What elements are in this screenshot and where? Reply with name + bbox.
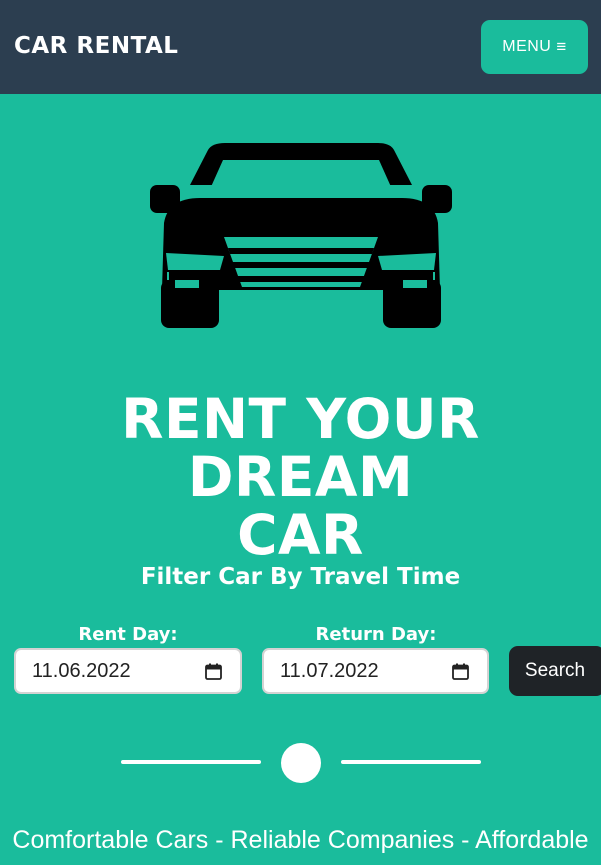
tagline: Comfortable Cars - Reliable Companies - …	[12, 826, 589, 854]
brand-logo[interactable]: CAR RENTAL	[14, 31, 178, 61]
divider-dot	[281, 743, 321, 783]
page-headline: RENT YOUR DREAM CAR	[0, 390, 601, 564]
rent-day-value: 11.06.2022	[32, 659, 131, 682]
menu-button[interactable]: MENU ≡	[481, 20, 588, 74]
return-day-input[interactable]: 11.07.2022	[262, 648, 489, 694]
return-day-value: 11.07.2022	[280, 659, 379, 682]
filter-title: Filter Car By Travel Time	[140, 564, 461, 590]
rent-day-input[interactable]: 11.06.2022	[14, 648, 242, 694]
hamburger-icon: ≡	[556, 37, 567, 56]
navbar: CAR RENTAL MENU ≡	[0, 0, 601, 94]
search-button[interactable]: Search	[509, 646, 601, 696]
headline-line-2: CAR	[237, 503, 364, 567]
headline-line-1: RENT YOUR DREAM	[121, 387, 480, 509]
car-front-icon	[150, 143, 452, 328]
calendar-icon[interactable]	[205, 663, 222, 680]
rent-day-label: Rent Day:	[78, 624, 178, 645]
divider-line-right	[341, 760, 481, 764]
menu-label: MENU	[502, 38, 552, 55]
calendar-icon[interactable]	[452, 663, 469, 680]
divider-line-left	[121, 760, 261, 764]
return-day-label: Return Day:	[315, 624, 437, 645]
